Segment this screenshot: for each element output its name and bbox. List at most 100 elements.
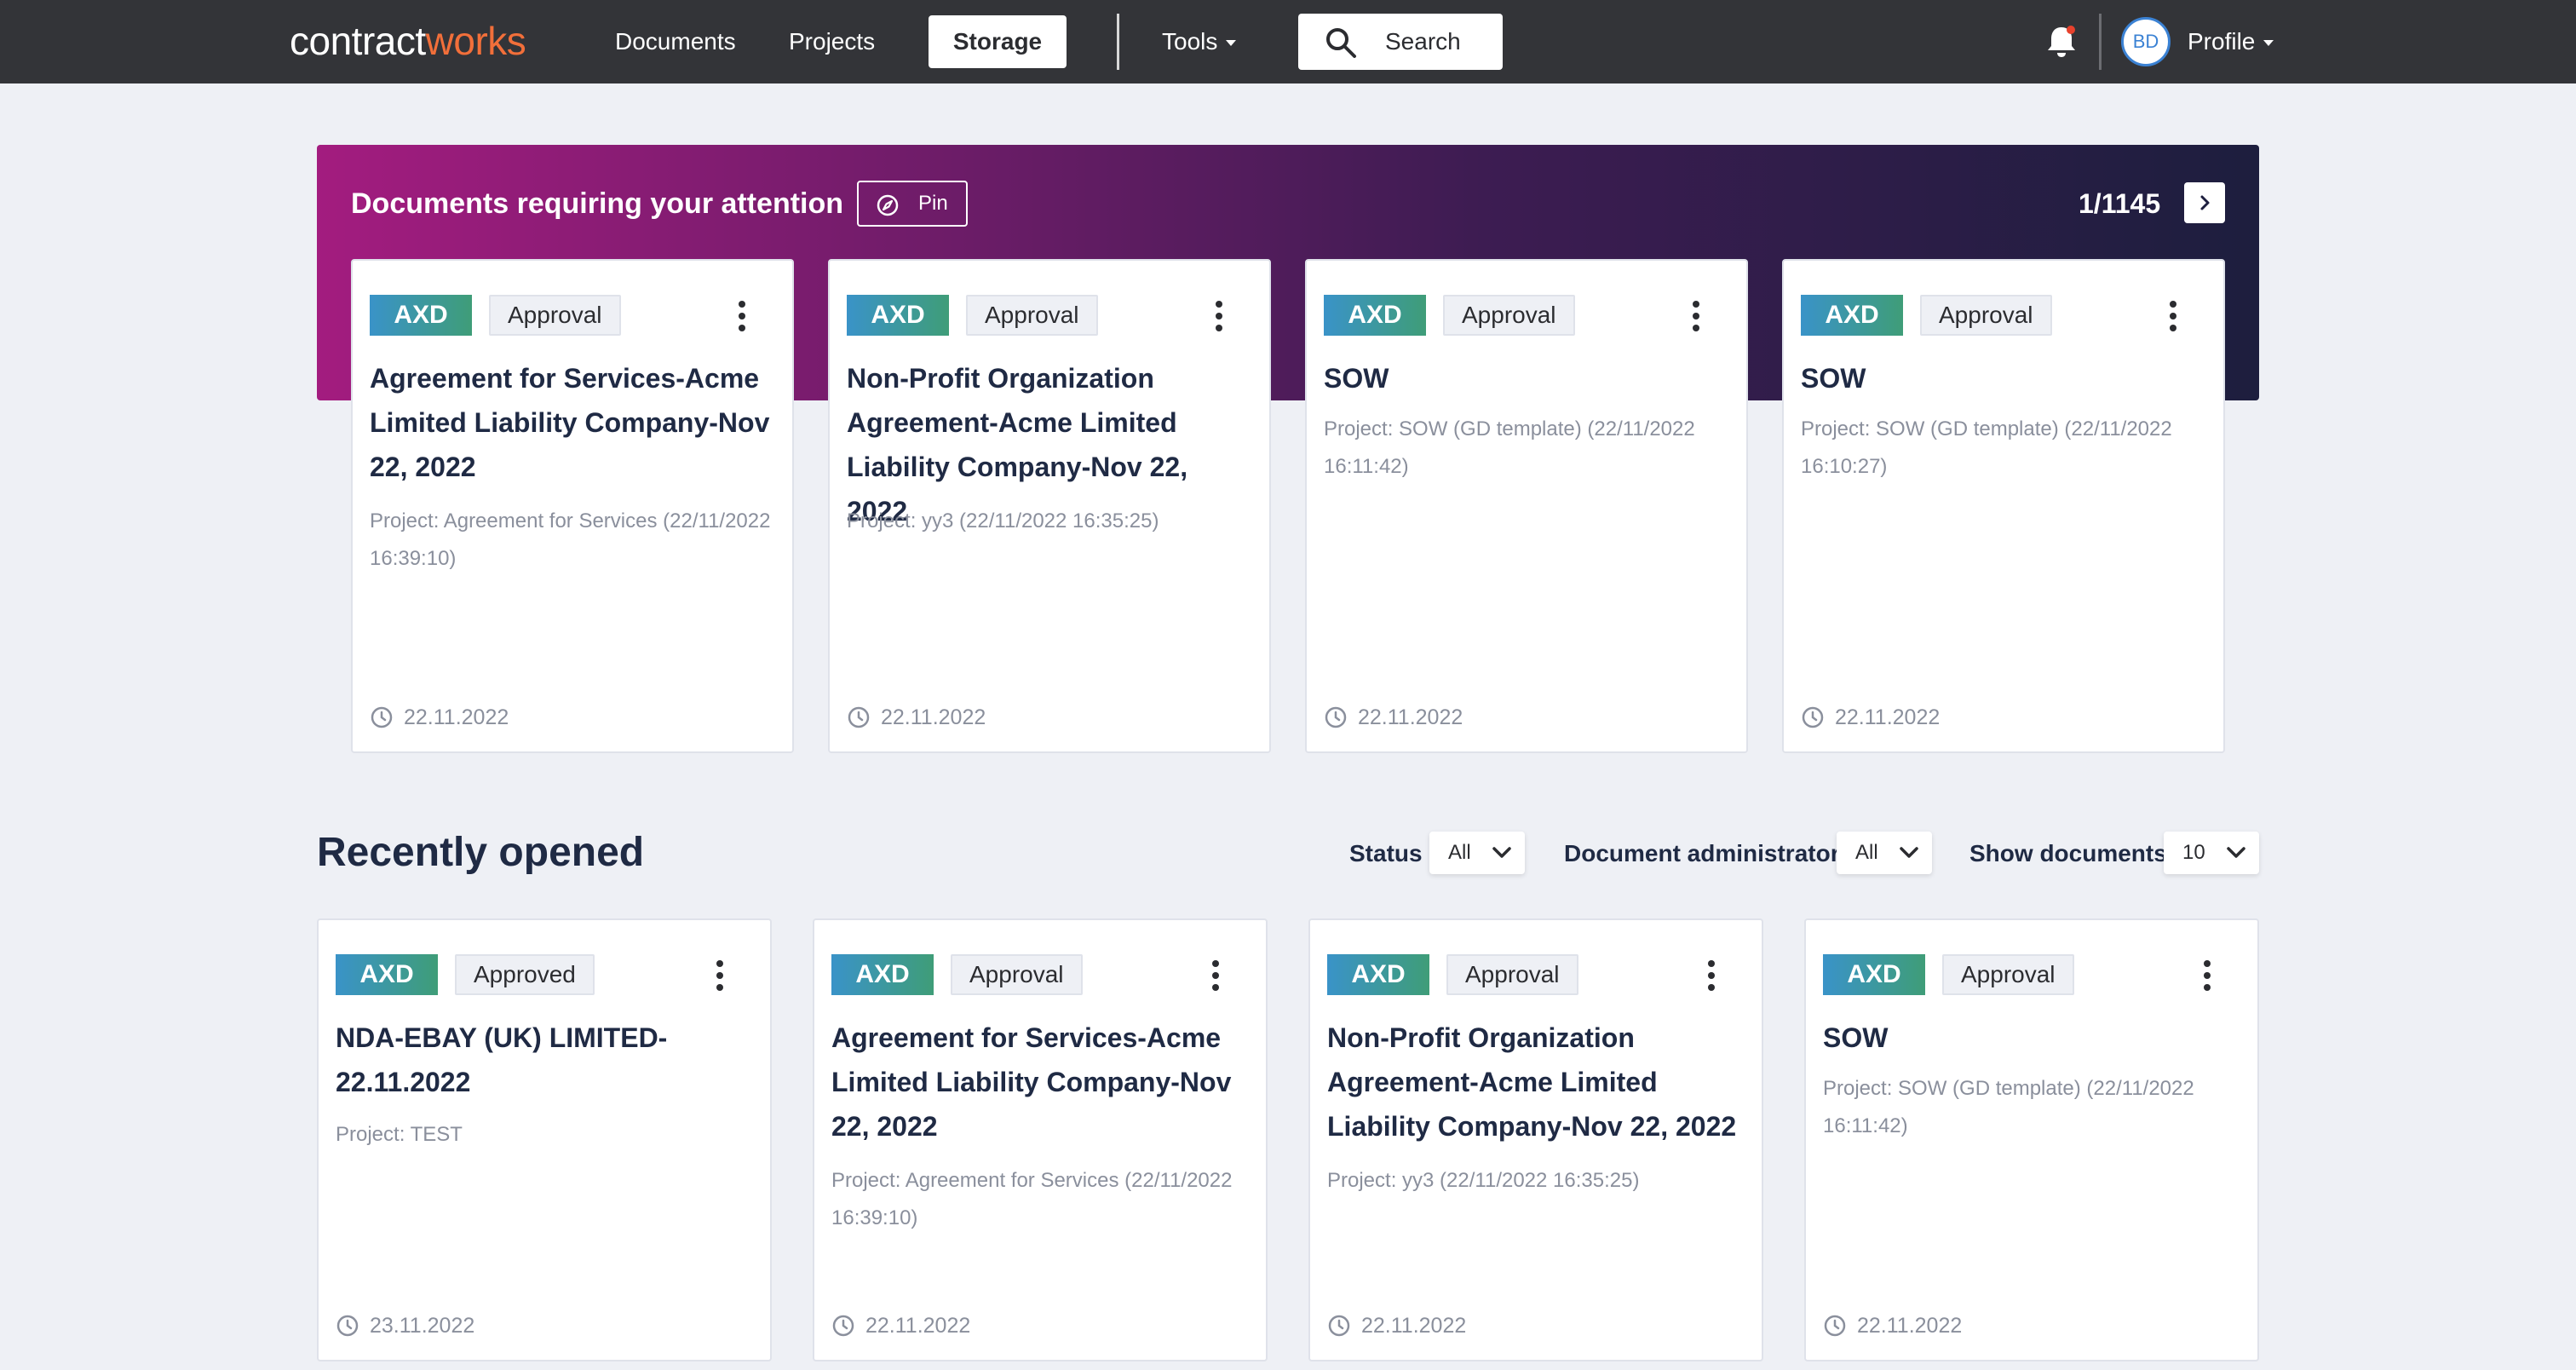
status-filter-select[interactable]: All	[1429, 832, 1525, 874]
status-badge: Approval	[1443, 295, 1575, 336]
document-title[interactable]: SOW	[1801, 356, 2203, 400]
date-label: 22.11.2022	[404, 705, 509, 729]
document-date: 22.11.2022	[847, 700, 986, 734]
clock-icon	[832, 1315, 854, 1337]
recent-card[interactable]: AXD Approved NDA-EBAY (UK) LIMITED-22.11…	[317, 918, 772, 1361]
search-icon	[1326, 28, 1356, 58]
date-label: 22.11.2022	[1361, 1314, 1467, 1338]
nav-tools-label: Tools	[1162, 28, 1218, 55]
nav-divider	[1117, 14, 1119, 70]
doc-type-tag: AXD	[370, 295, 472, 336]
project-info: Project: TEST	[336, 1123, 463, 1146]
chevron-right-icon	[2200, 195, 2210, 210]
profile-label: Profile	[2188, 28, 2256, 55]
document-title[interactable]: Non-Profit Organization Agreement-Acme L…	[1327, 1016, 1741, 1148]
project-info: Project: SOW (GD template) (22/11/2022 1…	[1801, 417, 2172, 478]
document-title[interactable]: SOW	[1324, 356, 1726, 400]
date-label: 22.11.2022	[1835, 705, 1941, 729]
admin-filter-select[interactable]: All	[1837, 832, 1932, 874]
kebab-icon[interactable]	[1705, 959, 1717, 992]
date-label: 22.11.2022	[881, 705, 986, 729]
status-badge: Approval	[1920, 295, 2052, 336]
contractworks-logo[interactable]: contractworks	[290, 15, 526, 66]
search-button[interactable]: Search	[1298, 14, 1503, 70]
project-info: Project: yy3 (22/11/2022 16:35:25)	[1327, 1169, 1640, 1192]
document-date: 22.11.2022	[1324, 700, 1463, 734]
status-badge: Approval	[951, 954, 1083, 995]
compass-icon	[877, 194, 899, 216]
doc-type-tag: AXD	[1823, 954, 1925, 995]
status-badge: Approval	[1942, 954, 2074, 995]
nav-storage[interactable]: Storage	[929, 15, 1067, 68]
attention-card[interactable]: AXD Approval SOW Project: SOW (GD templa…	[1782, 259, 2225, 753]
pin-button[interactable]: Pin	[857, 181, 968, 227]
attention-card[interactable]: AXD Approval Non-Profit Organization Agr…	[828, 259, 1271, 753]
document-title[interactable]: Agreement for Services-Acme Limited Liab…	[370, 356, 772, 489]
show-documents-label: Show documents	[1969, 840, 2167, 866]
document-title[interactable]: NDA-EBAY (UK) LIMITED-22.11.2022	[336, 1016, 750, 1104]
attention-title: Documents requiring your attention	[351, 187, 844, 220]
clock-icon	[336, 1315, 359, 1337]
nav-documents[interactable]: Documents	[615, 20, 736, 63]
admin-filter-label: Document administrator	[1564, 840, 1840, 866]
document-date: 22.11.2022	[1327, 1309, 1466, 1343]
avatar[interactable]: BD	[2121, 17, 2171, 66]
project-info: Project: Agreement for Services (22/11/2…	[831, 1169, 1233, 1229]
pin-label: Pin	[918, 192, 948, 215]
kebab-icon[interactable]	[714, 959, 726, 992]
document-title[interactable]: SOW	[1823, 1016, 2237, 1060]
doc-type-tag: AXD	[1324, 295, 1426, 336]
kebab-icon[interactable]	[736, 300, 748, 332]
caret-down-icon	[1226, 40, 1237, 47]
kebab-icon[interactable]	[1210, 959, 1222, 992]
document-date: 22.11.2022	[1801, 700, 1940, 734]
doc-type-tag: AXD	[336, 954, 438, 995]
document-date: 22.11.2022	[1823, 1309, 1962, 1343]
project-info: Project: Agreement for Services (22/11/2…	[370, 509, 771, 570]
kebab-icon[interactable]	[1690, 300, 1702, 332]
doc-type-tag: AXD	[847, 295, 949, 336]
recent-card[interactable]: AXD Approval Agreement for Services-Acme…	[813, 918, 1268, 1361]
document-title[interactable]: Agreement for Services-Acme Limited Liab…	[831, 1016, 1245, 1148]
date-label: 22.11.2022	[1358, 705, 1463, 729]
nav-tools-dropdown[interactable]: Tools	[1162, 20, 1237, 63]
status-badge: Approval	[966, 295, 1098, 336]
project-info: Project: SOW (GD template) (22/11/2022 1…	[1823, 1077, 2194, 1137]
kebab-icon[interactable]	[2201, 959, 2213, 992]
status-badge: Approval	[1446, 954, 1578, 995]
recently-opened-title: Recently opened	[317, 830, 645, 875]
status-filter-label: Status	[1349, 840, 1423, 866]
nav-projects[interactable]: Projects	[789, 20, 875, 63]
chevron-down-icon	[1900, 847, 1918, 858]
status-filter-value: All	[1448, 841, 1471, 864]
doc-type-tag: AXD	[1327, 954, 1429, 995]
status-badge: Approved	[455, 954, 595, 995]
document-date: 22.11.2022	[831, 1309, 970, 1343]
show-documents-select[interactable]: 10	[2164, 832, 2259, 874]
search-label: Search	[1385, 28, 1461, 55]
attention-card[interactable]: AXD Approval Agreement for Services-Acme…	[351, 259, 794, 753]
profile-dropdown[interactable]: Profile	[2188, 20, 2274, 63]
kebab-icon[interactable]	[1213, 300, 1225, 332]
show-documents-value: 10	[2182, 841, 2205, 864]
admin-filter-value: All	[1855, 841, 1878, 864]
next-page-button[interactable]	[2184, 182, 2225, 223]
status-badge: Approval	[489, 295, 621, 336]
chevron-down-icon	[1492, 847, 1511, 858]
clock-icon	[848, 706, 870, 728]
doc-type-tag: AXD	[1801, 295, 1903, 336]
project-info: Project: SOW (GD template) (22/11/2022 1…	[1324, 417, 1695, 478]
date-label: 23.11.2022	[370, 1314, 475, 1338]
nav-divider	[2099, 14, 2102, 70]
recent-card[interactable]: AXD Approval SOW Project: SOW (GD templa…	[1804, 918, 2259, 1361]
recent-card[interactable]: AXD Approval Non-Profit Organization Agr…	[1308, 918, 1763, 1361]
attention-card[interactable]: AXD Approval SOW Project: SOW (GD templa…	[1305, 259, 1748, 753]
document-date: 23.11.2022	[336, 1309, 474, 1343]
top-navbar: contractworks Documents Projects Storage…	[0, 0, 2576, 83]
clock-icon	[371, 706, 393, 728]
clock-icon	[1824, 1315, 1846, 1337]
date-label: 22.11.2022	[865, 1314, 971, 1338]
caret-down-icon	[2263, 40, 2274, 47]
date-label: 22.11.2022	[1857, 1314, 1963, 1338]
kebab-icon[interactable]	[2167, 300, 2179, 332]
